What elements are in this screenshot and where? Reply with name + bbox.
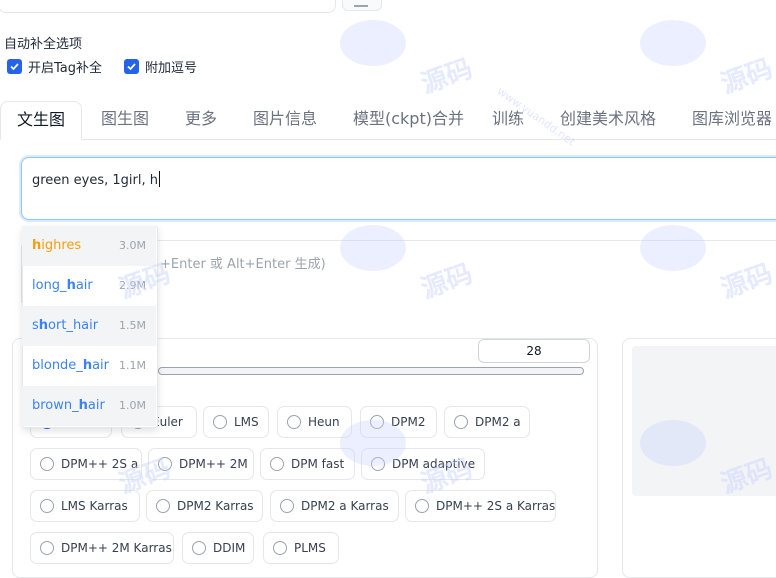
autocomplete-count: 3.0M xyxy=(119,239,146,252)
radio-icon xyxy=(40,457,54,471)
radio-icon xyxy=(270,457,284,471)
radio-icon xyxy=(415,499,429,513)
autocomplete-tag: long_hair xyxy=(32,278,93,293)
tab-train[interactable]: 训练 xyxy=(492,101,524,138)
autocomplete-item[interactable]: highres 3.0M xyxy=(22,226,156,266)
steps-number-input[interactable]: 28 xyxy=(478,339,590,363)
checkbox-label: 附加逗号 xyxy=(145,60,198,76)
sampler-option[interactable]: DPM fast xyxy=(260,448,355,480)
autocomplete-count: 2.9M xyxy=(119,279,146,292)
sampler-label: LMS Karras xyxy=(61,499,128,513)
sampler-option[interactable]: DPM adaptive xyxy=(361,448,485,480)
autocomplete-item[interactable]: short_hair 1.5M xyxy=(22,306,156,346)
sampler-option[interactable]: DPM++ 2M Karras xyxy=(30,532,174,564)
sampler-option[interactable]: LMS xyxy=(203,406,269,438)
sampler-option[interactable]: LMS Karras xyxy=(30,490,140,522)
append-comma-checkbox[interactable]: 附加逗号 xyxy=(124,57,198,76)
sampler-label: Heun xyxy=(308,415,340,429)
tab-create-aesthetic[interactable]: 创建美术风格 xyxy=(560,101,656,138)
radio-icon xyxy=(40,541,54,555)
radio-icon xyxy=(192,541,206,555)
autocomplete-tag: short_hair xyxy=(32,318,99,333)
autocomplete-item[interactable]: brown_hair 1.0M xyxy=(22,386,156,426)
checkbox-checked-icon xyxy=(7,58,22,74)
radio-icon xyxy=(287,415,301,429)
autocomplete-item[interactable]: long_hair 2.9M xyxy=(22,266,156,306)
autocomplete-section-title: 自动补全选项 xyxy=(4,37,83,52)
sampler-option[interactable]: DDIM xyxy=(182,532,254,564)
sampler-label: DPM++ 2S a Karras xyxy=(436,499,556,513)
autocomplete-item[interactable]: blonde_hair 1.1M xyxy=(22,346,156,386)
sampler-option[interactable]: PLMS xyxy=(263,532,339,564)
sampler-option[interactable]: DPM2 a Karras xyxy=(270,490,399,522)
sampler-label: DPM++ 2M xyxy=(179,457,248,471)
sampler-label: PLMS xyxy=(294,541,326,555)
autocomplete-tag: brown_hair xyxy=(32,398,105,413)
radio-icon xyxy=(370,415,384,429)
sampler-option[interactable]: DPM2 a xyxy=(444,406,530,438)
sampler-label: DPM2 a Karras xyxy=(301,499,389,513)
steps-slider[interactable] xyxy=(158,367,584,375)
sampler-option[interactable]: DPM++ 2S a Karras xyxy=(405,490,556,522)
enable-tag-autocomplete-checkbox[interactable]: 开启Tag补全 xyxy=(7,57,103,76)
radio-icon xyxy=(454,415,468,429)
sampler-label: LMS xyxy=(234,415,259,429)
output-image-placeholder xyxy=(632,346,776,496)
seed-input-remnant[interactable] xyxy=(0,0,336,13)
checkbox-checked-icon xyxy=(124,58,139,74)
tab-checkpoint-merger[interactable]: 模型(ckpt)合并 xyxy=(353,101,464,138)
autocomplete-count: 1.1M xyxy=(119,359,146,372)
tab-txt2img[interactable]: 文生图 xyxy=(0,101,82,140)
tab-extras[interactable]: 更多 xyxy=(185,101,217,138)
tab-img2img[interactable]: 图生图 xyxy=(101,101,149,138)
sampler-label: DDIM xyxy=(213,541,246,555)
sampler-label: DPM2 Karras xyxy=(177,499,254,513)
autocomplete-count: 1.0M xyxy=(119,399,146,412)
negative-prompt-placeholder: +Enter 或 Alt+Enter 生成) xyxy=(160,257,326,272)
sampler-label: DPM adaptive xyxy=(392,457,476,471)
autocomplete-tag: blonde_hair xyxy=(32,358,110,373)
autocomplete-tag: highres xyxy=(32,238,82,253)
radio-icon xyxy=(156,499,170,513)
watermark-text: 源码 xyxy=(717,53,776,100)
prompt-text: green eyes, 1girl, h xyxy=(32,171,161,188)
radio-icon xyxy=(273,541,287,555)
sampler-option[interactable]: Heun xyxy=(277,406,352,438)
watermark-logo-icon xyxy=(640,20,706,66)
checkbox-label: 开启Tag补全 xyxy=(28,60,103,76)
watermark-logo-icon xyxy=(340,20,406,66)
sampler-label: DPM2 xyxy=(391,415,426,429)
radio-icon xyxy=(371,457,385,471)
radio-icon xyxy=(213,415,227,429)
sampler-option[interactable]: DPM++ 2S a xyxy=(30,448,142,480)
radio-icon xyxy=(40,499,54,513)
sampler-label: DPM fast xyxy=(291,457,345,471)
text-caret xyxy=(159,171,161,187)
sampler-option[interactable]: DPM++ 2M xyxy=(148,448,254,480)
sampler-option[interactable]: DPM2 Karras xyxy=(146,490,263,522)
sampler-label: DPM++ 2M Karras xyxy=(61,541,172,555)
button-icon xyxy=(354,0,368,7)
sampler-label: DPM++ 2S a xyxy=(61,457,139,471)
tab-png-info[interactable]: 图片信息 xyxy=(253,101,317,138)
watermark-text: 源码 xyxy=(417,53,477,100)
sampler-label: DPM2 a xyxy=(475,415,521,429)
autocomplete-count: 1.5M xyxy=(119,319,146,332)
tab-image-browser[interactable]: 图库浏览器 xyxy=(692,101,772,138)
radio-icon xyxy=(158,457,172,471)
radio-icon xyxy=(280,499,294,513)
prompt-textarea[interactable] xyxy=(21,157,776,220)
sampler-option[interactable]: DPM2 xyxy=(360,406,437,438)
